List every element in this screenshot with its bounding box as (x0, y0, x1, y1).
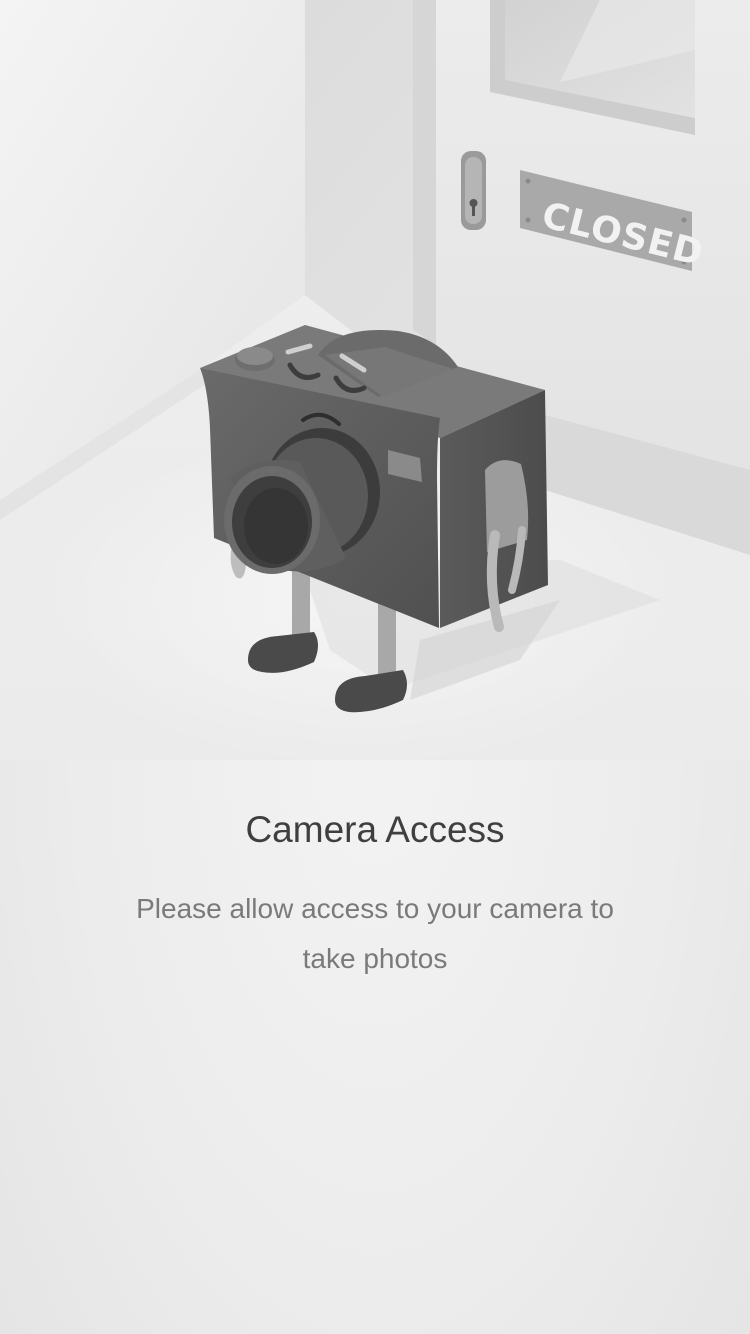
permission-message: Please allow access to your camera to ta… (136, 893, 614, 974)
permission-title: Camera Access (245, 809, 505, 850)
camera-permission-screen: CLOSED Camera Access Please allow access… (0, 0, 750, 1334)
closed-door-camera-illustration: CLOSED (0, 0, 750, 760)
